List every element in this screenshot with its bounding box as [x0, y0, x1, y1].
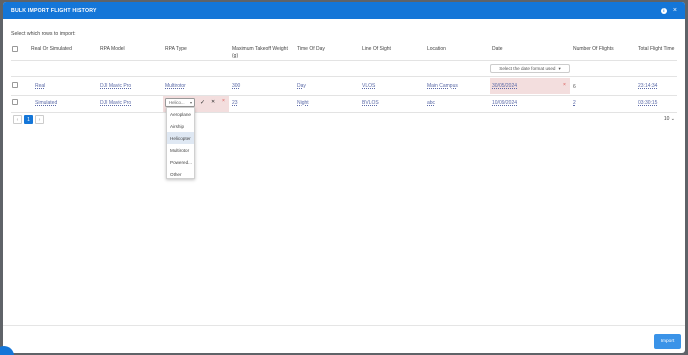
date-format-select[interactable]: Select the date format used ▾ [490, 64, 570, 73]
import-button[interactable]: Import [654, 334, 681, 349]
cell-total-flight-time[interactable]: 23:14:34 [638, 83, 657, 89]
cell-location[interactable]: abc [427, 100, 435, 106]
next-page-button[interactable]: › [35, 115, 44, 124]
col-time-of-day[interactable]: Time Of Day [297, 46, 325, 53]
cell-date[interactable]: 30/05/2024 [492, 83, 517, 89]
cell-line-of-sight[interactable]: VLOS [362, 83, 375, 89]
col-location[interactable]: Location [427, 46, 446, 53]
row-checkbox[interactable] [12, 99, 18, 105]
info-icon[interactable]: i [660, 7, 667, 14]
rpa-type-select[interactable]: Helico... ▾ [165, 98, 195, 107]
bulk-import-modal: BULK IMPORT FLIGHT HISTORY i × Select wh… [3, 2, 685, 353]
instructions-text: Select which rows to import: [11, 31, 76, 37]
cell-line-of-sight[interactable]: BVLOS [362, 100, 379, 106]
chevron-down-icon: ▾ [189, 100, 192, 105]
col-line-of-sight[interactable]: Line Of Sight [362, 46, 391, 53]
cell-mtow[interactable]: 23 [232, 100, 238, 106]
cell-time-of-day[interactable]: Night [297, 100, 309, 106]
footer-divider [3, 325, 685, 326]
select-all-checkbox[interactable] [12, 46, 18, 52]
chevron-down-icon: ⌄ [670, 116, 675, 122]
cell-total-flight-time[interactable]: 03:30:15 [638, 100, 657, 106]
cell-date[interactable]: 10/09/2024 [492, 100, 517, 106]
error-icon: × [222, 98, 225, 104]
cell-rpa-model[interactable]: DJI Mavic Pro [100, 100, 131, 106]
row-checkbox[interactable] [12, 82, 18, 88]
page-size-value: 10 [663, 116, 670, 122]
col-rpa-model[interactable]: RPA Model [100, 46, 125, 53]
cell-number-of-flights[interactable]: 2 [573, 100, 576, 106]
option-airship[interactable]: Airship [167, 120, 194, 132]
option-other[interactable]: Other [167, 168, 194, 180]
prev-page-button[interactable]: ‹ [13, 115, 22, 124]
option-multirotor[interactable]: Multirotor [167, 144, 194, 156]
row-divider [11, 112, 677, 113]
cell-location[interactable]: Main Campus [427, 83, 458, 89]
rpa-type-dropdown: Aeroplane Airship Helicopter Multirotor … [166, 107, 195, 179]
cell-real-or-simulated[interactable]: Real [35, 83, 45, 89]
header-divider [11, 60, 677, 61]
col-date[interactable]: Date [492, 46, 503, 53]
col-real-or-simulated[interactable]: Real Or Simulated [31, 46, 72, 53]
page-1-button[interactable]: 1 [24, 115, 33, 124]
row-divider [11, 95, 677, 96]
chevron-down-icon: ▾ [558, 65, 561, 71]
option-aeroplane[interactable]: Aeroplane [167, 108, 194, 120]
col-rpa-type[interactable]: RPA Type [165, 46, 187, 53]
confirm-icon[interactable]: ✓ [200, 99, 205, 106]
modal-title: BULK IMPORT FLIGHT HISTORY [11, 7, 97, 14]
cell-mtow[interactable]: 300 [232, 83, 240, 89]
option-helicopter[interactable]: Helicopter [167, 132, 194, 144]
option-powered[interactable]: Powered... [167, 156, 194, 168]
cell-rpa-type[interactable]: Multirotor [165, 83, 186, 89]
page-size-select[interactable]: 10 ⌄ [664, 116, 675, 122]
close-icon[interactable]: × [673, 7, 677, 14]
col-mtow[interactable]: Maximum Takeoff Weight (g) [232, 46, 294, 60]
cancel-icon[interactable]: ✕ [211, 99, 215, 105]
col-number-of-flights[interactable]: Number Of Flights [573, 46, 614, 53]
cell-rpa-model[interactable]: DJI Mavic Pro [100, 83, 131, 89]
col-total-flight-time[interactable]: Total Flight Time [638, 46, 674, 53]
modal-header: BULK IMPORT FLIGHT HISTORY i × [3, 2, 685, 19]
cell-real-or-simulated[interactable]: Simulated [35, 100, 57, 106]
rpa-type-select-value: Helico... [169, 100, 185, 105]
error-icon: × [563, 82, 566, 88]
cell-time-of-day[interactable]: Day [297, 83, 306, 89]
date-format-label: Select the date format used [499, 66, 556, 71]
cell-number-of-flights[interactable]: 6 [573, 84, 576, 90]
filter-divider [11, 76, 677, 77]
